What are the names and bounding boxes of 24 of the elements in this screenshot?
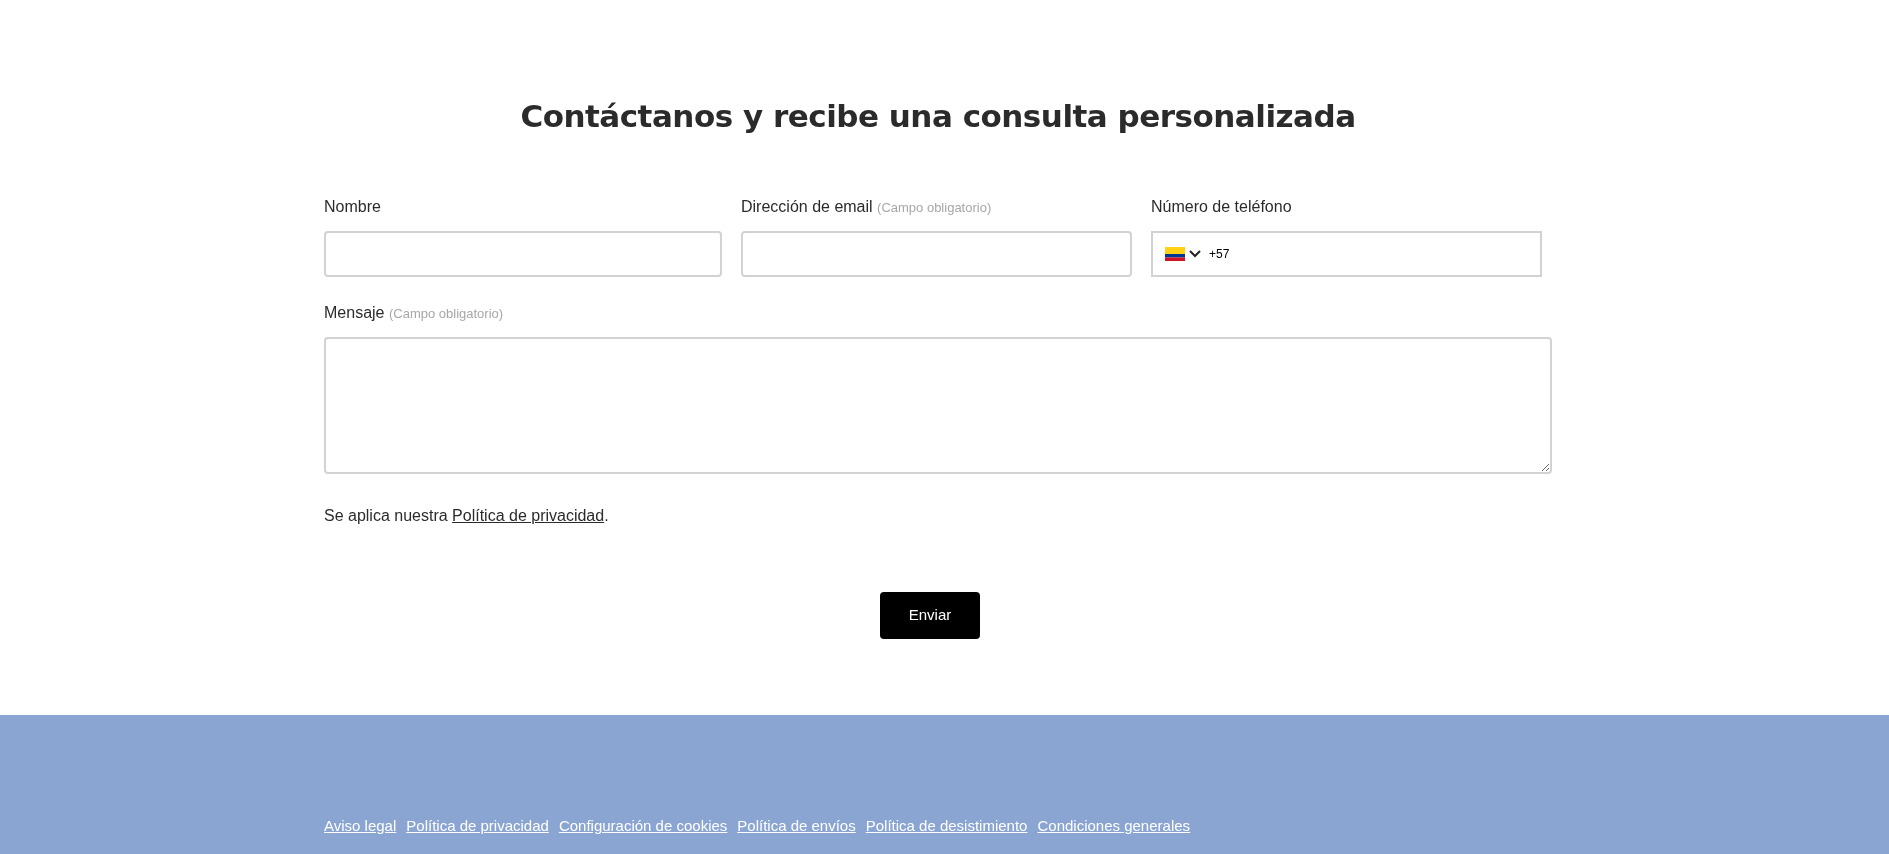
footer-link[interactable]: Configuración de cookies — [558, 815, 728, 838]
message-field[interactable] — [324, 337, 1552, 475]
chevron-down-icon — [1189, 250, 1201, 259]
name-field[interactable] — [324, 231, 722, 278]
submit-button[interactable]: Enviar — [880, 592, 980, 640]
footer-link[interactable]: Política de desistimiento — [865, 815, 1028, 838]
phone-field[interactable]: +57 — [1151, 231, 1542, 278]
field-label: Mensaje — [324, 304, 385, 322]
phone-input[interactable]: +57 — [1207, 244, 1407, 265]
footer-link[interactable]: Aviso legal — [324, 815, 397, 838]
required-hint: (Campo obligatorio) — [877, 200, 992, 216]
page-heading: Contáctanos y recibe una consulta personalizada — [519, 98, 1357, 136]
privacy-notice: Se aplica nuestra Política de privacidad. — [324, 506, 610, 527]
field-label: Número de teléfono — [1151, 198, 1292, 216]
footer-link[interactable]: Política de envíos — [737, 815, 856, 838]
footer-link[interactable]: Política de privacidad — [406, 815, 549, 838]
field-label: Dirección de email — [741, 198, 873, 216]
email-field[interactable] — [741, 231, 1132, 278]
footer-link[interactable]: Condiciones generales — [1037, 815, 1191, 838]
country-select[interactable] — [1165, 247, 1201, 262]
field-label: Nombre — [324, 198, 381, 216]
flag-icon — [1165, 247, 1185, 262]
required-hint: (Campo obligatorio) — [388, 306, 504, 322]
privacy-link[interactable]: Política de privacidad — [452, 507, 605, 525]
